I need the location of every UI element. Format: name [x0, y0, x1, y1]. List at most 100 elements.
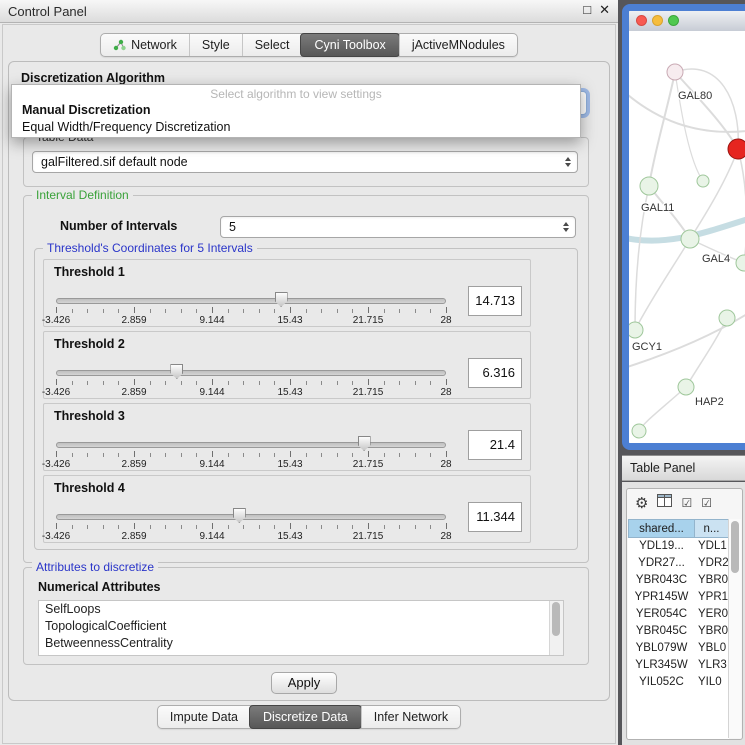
table-row[interactable]: YBR043CYBR0: [628, 572, 729, 589]
cell-name[interactable]: YDR2: [695, 555, 729, 572]
threshold-slider[interactable]: -3.4262.8599.14415.4321.71528: [56, 368, 446, 396]
network-node[interactable]: [719, 310, 735, 326]
attribute-item[interactable]: SelfLoops: [39, 601, 563, 618]
threshold-value-field[interactable]: 11.344: [468, 502, 522, 532]
table-row[interactable]: YLR345WYLR3: [628, 657, 729, 674]
network-node[interactable]: [632, 424, 646, 438]
node-label: GAL11: [641, 202, 674, 214]
cell-shared-name[interactable]: YBR045C: [628, 623, 695, 640]
cell-name[interactable]: YER0: [695, 606, 729, 623]
columns-icon[interactable]: [657, 494, 672, 512]
network-node[interactable]: [640, 177, 658, 195]
tab-infer-network[interactable]: Infer Network: [361, 706, 460, 728]
cell-name[interactable]: YIL0: [695, 674, 729, 691]
threshold-value-field[interactable]: 14.713: [468, 286, 522, 316]
slider-track[interactable]: [56, 514, 446, 520]
network-node[interactable]: [697, 175, 709, 187]
network-edge[interactable]: [675, 72, 738, 149]
close-icon[interactable]: ✕: [599, 2, 610, 18]
apply-button[interactable]: Apply: [271, 672, 337, 694]
table-data-combo[interactable]: galFiltered.sif default node: [32, 151, 578, 173]
cell-shared-name[interactable]: YIL052C: [628, 674, 695, 691]
table-row[interactable]: YDR27...YDR2: [628, 555, 729, 572]
checkbox-icon[interactable]: ☑: [681, 496, 692, 510]
cell-shared-name[interactable]: YBL079W: [628, 640, 695, 657]
network-node[interactable]: [678, 379, 694, 395]
threshold-slider[interactable]: -3.4262.8599.14415.4321.71528: [56, 512, 446, 540]
slider-thumb[interactable]: [170, 364, 183, 379]
network-node[interactable]: [681, 230, 699, 248]
scrollbar-thumb[interactable]: [552, 602, 560, 636]
node-label: GAL80: [678, 90, 712, 102]
cell-name[interactable]: YBR0: [695, 572, 729, 589]
network-edge[interactable]: [639, 387, 686, 431]
slider-thumb[interactable]: [358, 436, 371, 451]
threshold-slider[interactable]: -3.4262.8599.14415.4321.71528: [56, 440, 446, 468]
slider-track[interactable]: [56, 298, 446, 304]
checkbox-icon[interactable]: ☑: [701, 496, 712, 510]
popup-item[interactable]: Manual Discretization: [12, 102, 580, 119]
table-row[interactable]: YBR045CYBR0: [628, 623, 729, 640]
network-node[interactable]: [629, 322, 643, 338]
tab-jactivemnodules[interactable]: jActiveMNodules: [399, 34, 517, 56]
node-table: shared... n... YDL19...YDL1YDR27...YDR2Y…: [628, 519, 729, 739]
network-edge[interactable]: [738, 149, 745, 263]
popup-item[interactable]: Equal Width/Frequency Discretization: [12, 119, 580, 136]
cell-shared-name[interactable]: YPR145W: [628, 589, 695, 606]
number-of-intervals-combo[interactable]: 5: [220, 216, 576, 238]
slider-track[interactable]: [56, 442, 446, 448]
table-row[interactable]: YIL052CYIL0: [628, 674, 729, 691]
network-canvas-container[interactable]: GAL80GAL11GAL4GCY1HAP2: [629, 31, 745, 443]
cell-shared-name[interactable]: YBR043C: [628, 572, 695, 589]
column-header-name[interactable]: n...: [695, 519, 729, 538]
window-close-button[interactable]: [636, 15, 647, 26]
thresholds-group: Threshold's Coordinates for 5 Intervals …: [34, 248, 578, 550]
table-row[interactable]: YBL079WYBL0: [628, 640, 729, 657]
float-icon[interactable]: □: [583, 2, 591, 18]
cell-name[interactable]: YBR0: [695, 623, 729, 640]
tab-style[interactable]: Style: [189, 34, 242, 56]
window-minimize-button[interactable]: [652, 15, 663, 26]
window-zoom-button[interactable]: [668, 15, 679, 26]
cell-name[interactable]: YDL1: [695, 538, 729, 555]
tab-select[interactable]: Select: [242, 34, 302, 56]
network-canvas[interactable]: GAL80GAL11GAL4GCY1HAP2: [629, 31, 745, 443]
attribute-item[interactable]: TopologicalCoefficient: [39, 618, 563, 635]
cell-shared-name[interactable]: YDR27...: [628, 555, 695, 572]
table-row[interactable]: YDL19...YDL1: [628, 538, 729, 555]
network-node[interactable]: [736, 255, 745, 271]
threshold-label: Threshold 2: [54, 337, 125, 351]
cell-shared-name[interactable]: YLR345W: [628, 657, 695, 674]
tab-cyni-toolbox[interactable]: Cyni Toolbox: [300, 33, 399, 57]
table-scrollbar[interactable]: [728, 519, 741, 738]
threshold-value-field[interactable]: 21.4: [468, 430, 522, 460]
network-node[interactable]: [667, 64, 683, 80]
attributes-scrollbar[interactable]: [549, 601, 563, 655]
slider-track[interactable]: [56, 370, 446, 376]
tab-discretize-data[interactable]: Discretize Data: [249, 705, 362, 729]
gear-icon[interactable]: ⚙: [635, 496, 648, 511]
slider-thumb[interactable]: [275, 292, 288, 307]
tab-impute-data[interactable]: Impute Data: [158, 706, 250, 728]
tab-label: Select: [255, 38, 290, 52]
tab-label: Style: [202, 38, 230, 52]
attribute-item[interactable]: BetweennessCentrality: [39, 635, 563, 652]
column-header-shared[interactable]: shared...: [628, 519, 695, 538]
threshold-value-field[interactable]: 6.316: [468, 358, 522, 388]
network-edge[interactable]: [675, 69, 738, 149]
cell-name[interactable]: YPR1: [695, 589, 729, 606]
network-node[interactable]: [728, 139, 745, 159]
attributes-list[interactable]: SelfLoopsTopologicalCoefficientBetweenne…: [38, 600, 564, 656]
cell-shared-name[interactable]: YDL19...: [628, 538, 695, 555]
cell-name[interactable]: YLR3: [695, 657, 729, 674]
network-edge[interactable]: [649, 72, 675, 186]
tab-network[interactable]: Network: [101, 34, 189, 56]
table-row[interactable]: YPR145WYPR1: [628, 589, 729, 606]
threshold-slider[interactable]: -3.4262.8599.14415.4321.71528: [56, 296, 446, 324]
scrollbar-thumb[interactable]: [731, 521, 739, 573]
table-row[interactable]: YER054CYER0: [628, 606, 729, 623]
slider-thumb[interactable]: [233, 508, 246, 523]
network-edge[interactable]: [635, 239, 690, 330]
cell-shared-name[interactable]: YER054C: [628, 606, 695, 623]
cell-name[interactable]: YBL0: [695, 640, 729, 657]
